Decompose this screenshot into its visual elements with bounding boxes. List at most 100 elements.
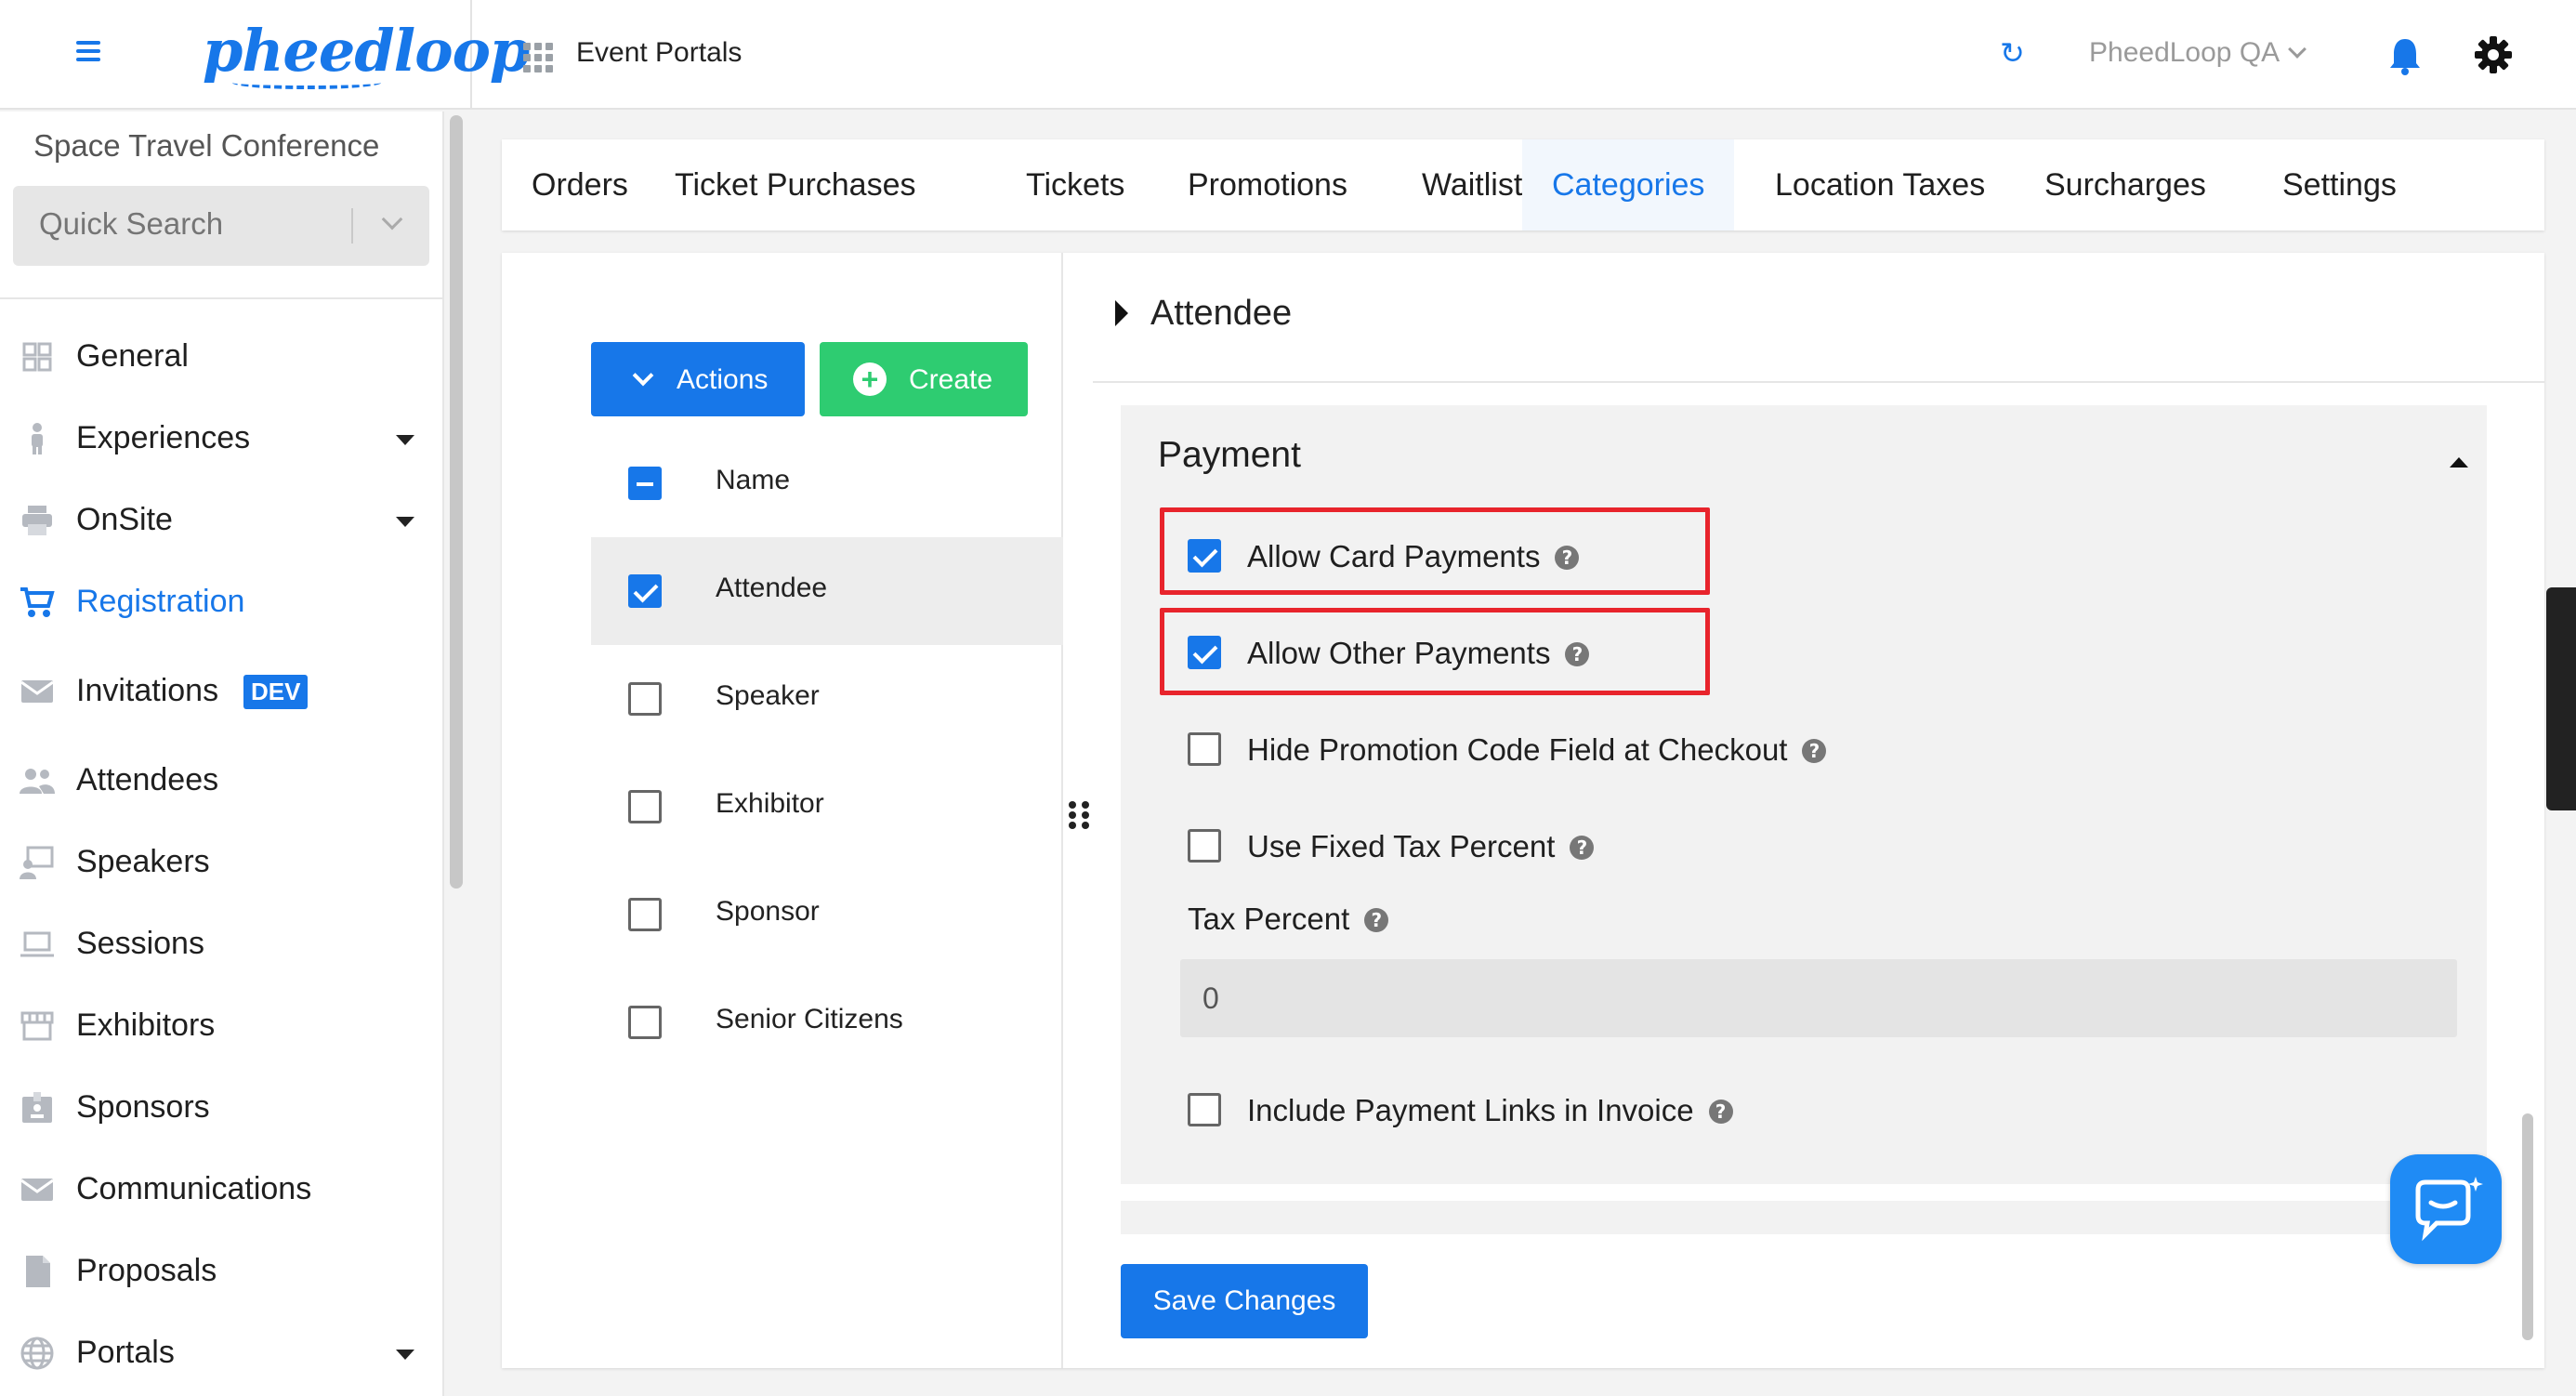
sidebar-item-sessions[interactable]: Sessions	[0, 907, 444, 981]
tab-promotions[interactable]: Promotions	[1158, 139, 1377, 230]
include-payment-links-option[interactable]: Include Payment Links in Invoice?	[1121, 1082, 2487, 1138]
row-checkbox[interactable]	[628, 790, 662, 823]
tab-tickets[interactable]: Tickets	[996, 139, 1154, 230]
sidebar-item-sponsors[interactable]: Sponsors	[0, 1071, 444, 1145]
tab-surcharges[interactable]: Surcharges	[2015, 139, 2236, 230]
sidebar-item-portals[interactable]: Portals	[0, 1316, 444, 1390]
account-switcher[interactable]: PheedLoop QA	[2089, 37, 2307, 69]
caret-down-icon[interactable]	[396, 435, 414, 445]
brand-area: pheedloop	[0, 0, 530, 110]
tab-location-taxes[interactable]: Location Taxes	[1745, 139, 2015, 230]
option-text: Use Fixed Tax Percent	[1247, 829, 1556, 863]
globe-icon	[20, 1337, 54, 1370]
search-divider	[351, 208, 353, 244]
category-name[interactable]: Exhibitor	[716, 788, 824, 820]
event-name: Space Travel Conference	[33, 128, 380, 163]
sidebar-item-attendees[interactable]: Attendees	[0, 744, 444, 818]
refresh-icon[interactable]: ↻	[2000, 38, 2028, 68]
sidebar-item-onsite[interactable]: OnSite	[0, 483, 444, 558]
sidebar-item-label: Communications	[76, 1171, 312, 1206]
attendee-section-header[interactable]: Attendee	[1115, 294, 1292, 334]
option-label: Use Fixed Tax Percent?	[1247, 829, 1595, 864]
category-row-sponsor[interactable]: Sponsor	[591, 861, 1063, 968]
sidebar-item-experiences[interactable]: Experiences	[0, 402, 444, 476]
help-icon[interactable]: ?	[1802, 739, 1827, 763]
category-name[interactable]: Speaker	[716, 680, 820, 712]
quick-search-input[interactable]	[39, 206, 346, 242]
allow-other-payments-option[interactable]: Allow Other Payments?	[1121, 625, 2487, 680]
option-text: Allow Other Payments	[1247, 636, 1551, 670]
apps-grid-icon[interactable]	[523, 43, 553, 72]
save-changes-button[interactable]: Save Changes	[1121, 1264, 1368, 1338]
tab-orders[interactable]: Orders	[502, 139, 658, 230]
option-label: Include Payment Links in Invoice?	[1247, 1093, 1733, 1128]
row-checkbox[interactable]	[628, 574, 662, 608]
sidebar-item-invitations[interactable]: Invitations DEV	[0, 654, 444, 729]
sidebar-item-proposals[interactable]: Proposals	[0, 1234, 444, 1309]
caret-down-icon[interactable]	[396, 1350, 414, 1360]
chat-support-button[interactable]	[2390, 1154, 2502, 1264]
quick-search[interactable]	[13, 186, 429, 266]
actions-button[interactable]: Actions	[591, 342, 805, 416]
category-row-attendee[interactable]: Attendee	[591, 537, 1063, 645]
sidebar-item-general[interactable]: General	[0, 320, 444, 394]
select-all-checkbox[interactable]	[628, 467, 662, 500]
category-row-speaker[interactable]: Speaker	[591, 645, 1063, 753]
chevron-down-icon	[2288, 40, 2307, 59]
mail-icon	[20, 680, 54, 703]
help-icon[interactable]: ?	[1565, 642, 1590, 666]
main-scrollbar[interactable]	[2522, 1113, 2533, 1340]
category-row-exhibitor[interactable]: Exhibitor	[591, 753, 1063, 861]
option-label: Hide Promotion Code Field at Checkout?	[1247, 732, 1827, 768]
sidebar-item-exhibitors[interactable]: Exhibitors	[0, 989, 444, 1063]
sidebar-item-label: Invitations	[76, 673, 219, 708]
tax-percent-label: Tax Percent?	[1188, 902, 1389, 937]
allow-card-payments-option[interactable]: Allow Card Payments?	[1121, 528, 2487, 584]
caret-right-icon	[1115, 300, 1128, 326]
account-name: PheedLoop QA	[2089, 37, 2280, 68]
categories-panel: Actions + Create Name Attendee Speaker E…	[502, 253, 2544, 1368]
option-text: Include Payment Links in Invoice	[1247, 1093, 1694, 1127]
help-icon[interactable]: ?	[1570, 836, 1595, 860]
gear-icon[interactable]	[2474, 35, 2513, 74]
sidebar-item-speakers[interactable]: Speakers	[0, 825, 444, 900]
category-name[interactable]: Senior Citizens	[716, 1004, 903, 1035]
create-button[interactable]: + Create	[820, 342, 1028, 416]
bell-icon[interactable]	[2386, 35, 2424, 76]
caret-up-icon[interactable]	[2450, 457, 2468, 468]
include-payment-links-checkbox[interactable]	[1188, 1093, 1221, 1126]
fixed-tax-checkbox[interactable]	[1188, 829, 1221, 863]
help-icon[interactable]: ?	[1708, 1100, 1733, 1124]
caret-down-icon[interactable]	[396, 517, 414, 527]
grid-icon	[22, 342, 52, 372]
category-name[interactable]: Attendee	[716, 573, 827, 604]
sidebar-item-label: Experiences	[76, 420, 251, 455]
help-icon[interactable]: ?	[1364, 908, 1389, 932]
hamburger-menu-icon[interactable]	[76, 41, 100, 61]
allow-other-payments-checkbox[interactable]	[1188, 636, 1221, 669]
category-row-senior-citizens[interactable]: Senior Citizens	[591, 968, 1063, 1076]
tab-categories[interactable]: Categories	[1522, 139, 1735, 230]
sidebar-item-registration[interactable]: Registration	[0, 565, 444, 639]
tab-settings[interactable]: Settings	[2253, 139, 2426, 230]
row-checkbox[interactable]	[628, 682, 662, 716]
pheedloop-logo[interactable]: pheedloop	[203, 17, 530, 85]
printer-icon	[22, 506, 52, 535]
hide-promo-code-option[interactable]: Hide Promotion Code Field at Checkout?	[1121, 721, 2487, 777]
feedback-side-tab[interactable]	[2546, 587, 2576, 810]
sidebar-scrollbar[interactable]	[450, 115, 463, 889]
chevron-down-icon[interactable]	[381, 208, 403, 230]
allow-card-payments-checkbox[interactable]	[1188, 539, 1221, 573]
tax-percent-input[interactable]	[1180, 959, 2457, 1037]
section-title: Attendee	[1150, 294, 1293, 333]
sidebar-item-communications[interactable]: Communications	[0, 1152, 444, 1227]
row-checkbox[interactable]	[628, 1006, 662, 1039]
row-checkbox[interactable]	[628, 898, 662, 931]
fixed-tax-option[interactable]: Use Fixed Tax Percent?	[1121, 818, 2487, 874]
plus-circle-icon: +	[853, 362, 887, 396]
registration-tabs: Orders Ticket Purchases Tickets Promotio…	[502, 139, 2544, 230]
category-name[interactable]: Sponsor	[716, 896, 820, 928]
hide-promo-code-checkbox[interactable]	[1188, 732, 1221, 766]
tab-ticket-purchases[interactable]: Ticket Purchases	[645, 139, 946, 230]
help-icon[interactable]: ?	[1555, 546, 1580, 570]
